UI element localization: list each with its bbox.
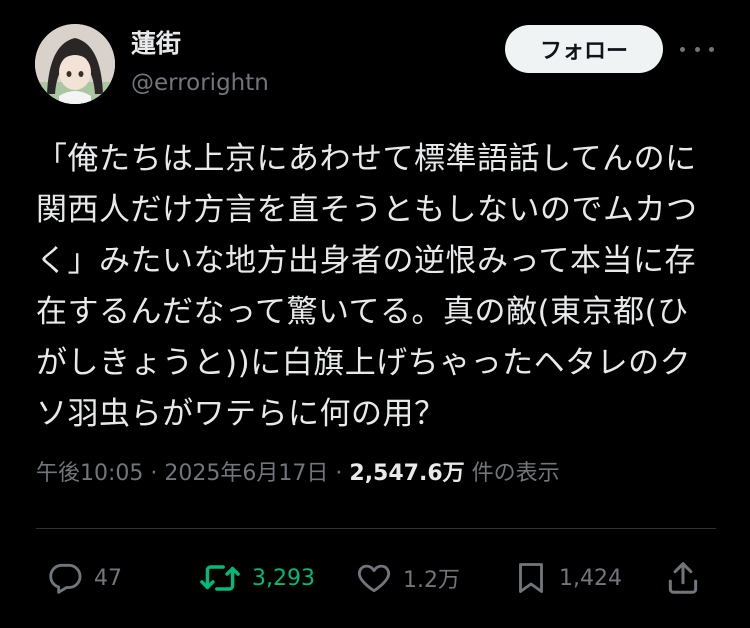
- reply-button[interactable]: 47: [46, 556, 122, 600]
- more-dot: [680, 46, 685, 52]
- meta-separator: ·: [335, 461, 343, 486]
- meta-separator: ·: [150, 461, 158, 486]
- share-button[interactable]: [664, 556, 702, 600]
- more-icon[interactable]: [680, 36, 714, 62]
- avatar[interactable]: [35, 24, 115, 104]
- divider: [36, 528, 716, 529]
- user-handle[interactable]: @errorightn: [131, 68, 269, 98]
- reply-count: 47: [94, 565, 122, 591]
- views-count[interactable]: 2,547.6万: [349, 461, 464, 486]
- tweet-time[interactable]: 午後10:05: [36, 461, 143, 486]
- tweet-line: がしきょうと))に白旗上げちゃったヘタレのク: [36, 345, 692, 381]
- heart-icon: [355, 559, 393, 597]
- like-button[interactable]: 1.2万: [355, 556, 460, 600]
- reply-icon: [46, 559, 84, 597]
- retweet-count: 3,293: [252, 565, 315, 591]
- tweet-text: 「俺たちは上京にあわせて標準語話してんのに 関西人だけ方言を直そうともしないので…: [36, 134, 726, 440]
- views-label: 件の表示: [471, 461, 560, 486]
- bookmark-icon: [513, 559, 549, 597]
- bookmark-button[interactable]: 1,424: [513, 556, 622, 600]
- display-name[interactable]: 蓮街: [131, 28, 181, 60]
- tweet-line: 関西人だけ方言を直そうともしないのでムカつ: [36, 192, 698, 228]
- tweet-line: 在するんだなって驚いてる。真の敵(東京都(ひ: [36, 294, 689, 330]
- more-dot: [709, 46, 714, 52]
- share-icon: [664, 559, 702, 597]
- tweet-date[interactable]: 2025年6月17日: [164, 461, 328, 486]
- retweet-button[interactable]: 3,293: [198, 556, 315, 600]
- more-dot: [694, 46, 700, 52]
- retweet-icon: [198, 559, 242, 597]
- tweet-line: く」みたいな地方出身者の逆恨みって本当に存: [36, 243, 696, 279]
- like-count: 1.2万: [403, 568, 460, 593]
- tweet-meta: 午後10:05 · 2025年6月17日 · 2,547.6万 件の表示: [36, 454, 560, 494]
- tweet-line: 「俺たちは上京にあわせて標準語話してんのに: [36, 141, 697, 177]
- follow-button[interactable]: フォロー: [505, 25, 663, 73]
- bookmark-count: 1,424: [559, 565, 622, 591]
- tweet-line: ソ羽虫らがワテらに何の用？: [36, 396, 446, 432]
